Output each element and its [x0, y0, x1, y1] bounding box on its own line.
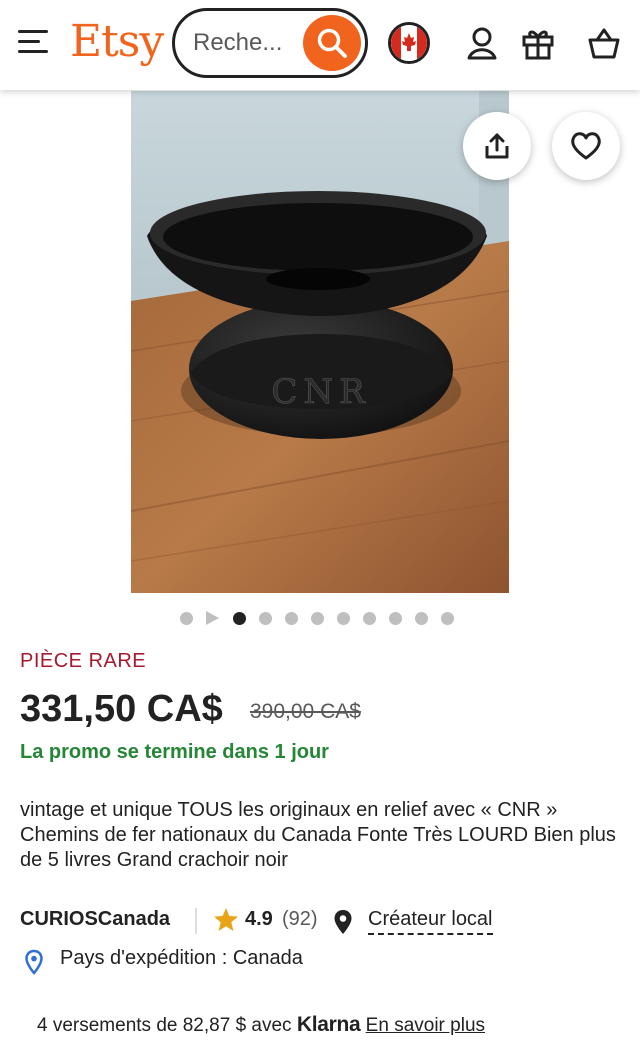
heart-icon	[571, 132, 601, 160]
shipping-country: Pays d'expédition : Canada	[60, 947, 303, 969]
rare-piece-tag: PIÈCE RARE	[20, 650, 147, 672]
menu-icon[interactable]	[18, 30, 52, 56]
gift-icon[interactable]	[518, 22, 558, 64]
carousel-dot[interactable]	[180, 611, 193, 625]
carousel-dots	[180, 610, 467, 626]
favorite-button[interactable]	[552, 112, 620, 180]
review-count[interactable]: (92)	[282, 908, 318, 931]
divider	[195, 908, 197, 934]
carousel-dot[interactable]	[389, 611, 402, 625]
account-icon[interactable]	[462, 22, 502, 64]
shop-rating: 4.9	[245, 908, 273, 930]
carousel-dot[interactable]	[259, 611, 272, 625]
search-icon	[317, 28, 347, 58]
sale-price: 331,50 CA$	[20, 688, 223, 730]
promo-notice: La promo se termine dans 1 jour	[20, 741, 329, 763]
carousel-dot[interactable]	[311, 611, 324, 625]
carousel-dot[interactable]	[441, 611, 454, 625]
carousel-dot[interactable]	[337, 611, 350, 625]
local-creator-label[interactable]: Créateur local	[368, 908, 493, 935]
search-button[interactable]	[303, 15, 361, 71]
listing-title: vintage et unique TOUS les originaux en …	[20, 799, 616, 871]
engraving-text: CNR	[271, 372, 370, 412]
product-image[interactable]: CNR	[131, 91, 509, 593]
original-price: 390,00 CA$	[250, 700, 361, 723]
carousel-dot[interactable]	[415, 611, 428, 625]
carousel-dot-active[interactable]	[233, 611, 246, 625]
shop-name-link[interactable]: CURIOSCanada	[20, 908, 170, 931]
share-button[interactable]	[463, 112, 531, 180]
location-pin-icon	[25, 949, 43, 975]
cart-icon[interactable]	[584, 22, 624, 64]
search-bar[interactable]	[172, 8, 368, 78]
klarna-installments: 4 versements de 82,87 $ avec Klarna En s…	[37, 1013, 485, 1041]
canada-flag-icon[interactable]	[388, 22, 430, 64]
play-video-icon[interactable]	[206, 611, 219, 625]
search-input[interactable]	[193, 26, 303, 60]
star-icon	[214, 908, 238, 931]
etsy-logo[interactable]: Etsy	[70, 16, 164, 67]
klarna-logo: Klarna	[296, 1013, 361, 1036]
installment-text: 4 versements de 82,87 $ avec	[37, 1015, 292, 1036]
carousel-dot[interactable]	[285, 611, 298, 625]
top-header: Etsy	[0, 0, 640, 90]
share-icon	[485, 133, 509, 159]
shop-info-row: CURIOSCanada 4.9 (92) Créateur local	[20, 906, 630, 936]
carousel-dot[interactable]	[363, 611, 376, 625]
learn-more-link[interactable]: En savoir plus	[366, 1015, 485, 1036]
location-pin-icon	[334, 910, 352, 934]
